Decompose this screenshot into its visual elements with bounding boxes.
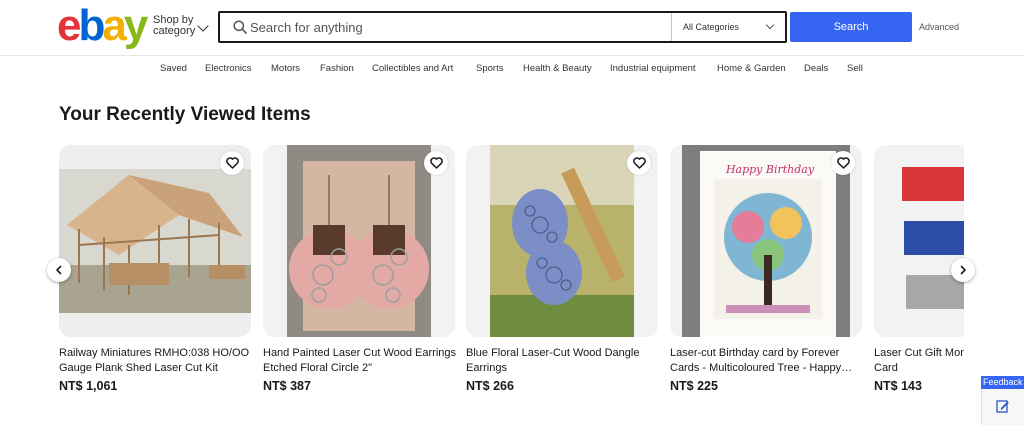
heart-icon xyxy=(836,157,850,169)
logo-letter-a: a xyxy=(102,1,127,50)
product-image[interactable]: Happy Birthday xyxy=(670,145,862,337)
product-image[interactable] xyxy=(59,145,251,337)
product-price: NT$ 266 xyxy=(466,379,514,393)
watchlist-heart-button[interactable] xyxy=(424,151,448,175)
nav-item-sports[interactable]: Sports xyxy=(476,63,503,74)
nav-item-electronics[interactable]: Electronics xyxy=(205,63,251,74)
logo-letter-b: b xyxy=(78,1,105,50)
nav-item-home-garden[interactable]: Home & Garden xyxy=(717,63,786,74)
nav-item-fashion[interactable]: Fashion xyxy=(320,63,354,74)
logo-letter-y: y xyxy=(123,1,149,50)
search-icon xyxy=(233,20,247,34)
feedback-label[interactable]: Feedback xyxy=(981,376,1024,389)
category-select[interactable]: All Categories xyxy=(671,13,787,41)
search-button[interactable]: Search xyxy=(790,12,912,42)
heart-icon xyxy=(225,157,239,169)
product-card[interactable]: Railway Miniatures RMHO:038 HO/OO Gauge … xyxy=(59,145,251,405)
carousel-next-button[interactable] xyxy=(951,258,975,282)
product-image[interactable] xyxy=(263,145,455,337)
feedback-box[interactable] xyxy=(981,389,1024,425)
nav-item-sell[interactable]: Sell xyxy=(847,63,863,74)
product-title[interactable]: Laser-cut Birthday card by Forever Cards… xyxy=(670,346,868,376)
product-card[interactable]: Blue Floral Laser-Cut Wood Dangle Earrin… xyxy=(466,145,658,405)
nav-item-saved[interactable]: Saved xyxy=(160,63,187,74)
product-card[interactable]: Laser Cut Gift Money Tokens Wallet Card … xyxy=(874,145,964,405)
section-title: Your Recently Viewed Items xyxy=(59,104,311,125)
product-price: NT$ 225 xyxy=(670,379,718,393)
watchlist-heart-button[interactable] xyxy=(831,151,855,175)
search-bar: All Categories xyxy=(218,11,787,43)
search-input[interactable] xyxy=(250,17,670,37)
product-price: NT$ 1,061 xyxy=(59,379,118,393)
category-nav: Saved Electronics Motors Fashion Collect… xyxy=(0,63,1024,77)
advanced-search-link[interactable]: Advanced xyxy=(919,22,959,32)
heart-icon xyxy=(632,157,646,169)
ebay-logo[interactable]: e b a y xyxy=(57,1,149,50)
product-card[interactable]: Hand Painted Laser Cut Wood Earrings Etc… xyxy=(263,145,456,405)
nav-item-motors[interactable]: Motors xyxy=(271,63,300,74)
nav-item-collectibles[interactable]: Collectibles and Art xyxy=(372,63,453,74)
chevron-right-icon xyxy=(960,265,966,275)
heart-icon xyxy=(429,157,443,169)
nav-item-deals[interactable]: Deals xyxy=(804,63,828,74)
watchlist-heart-button[interactable] xyxy=(627,151,651,175)
edit-note-icon xyxy=(996,400,1009,413)
category-select-value: All Categories xyxy=(683,22,740,32)
product-image[interactable] xyxy=(874,145,964,337)
product-title[interactable]: Railway Miniatures RMHO:038 HO/OO Gauge … xyxy=(59,346,257,376)
chevron-left-icon xyxy=(56,265,62,275)
shop-by-category-button[interactable]: Shop by category xyxy=(153,15,209,37)
header: e b a y Shop by category All Categories … xyxy=(0,0,1024,56)
product-image[interactable] xyxy=(466,145,658,337)
product-card[interactable]: Happy Birthday Laser-cut Birthday card b… xyxy=(670,145,862,405)
watchlist-heart-button[interactable] xyxy=(220,151,244,175)
nav-item-health-beauty[interactable]: Health & Beauty xyxy=(523,63,592,74)
carousel-prev-button[interactable] xyxy=(47,258,71,282)
chevron-down-icon xyxy=(197,20,209,32)
product-price: NT$ 387 xyxy=(263,379,311,393)
chevron-down-icon xyxy=(765,20,775,30)
product-price: NT$ 143 xyxy=(874,379,922,393)
category-label: category xyxy=(153,25,196,37)
feedback-widget[interactable]: Feedback xyxy=(981,376,1024,425)
product-title[interactable]: Laser Cut Gift Money Tokens Wallet Card xyxy=(874,346,964,376)
recently-viewed-carousel: Railway Miniatures RMHO:038 HO/OO Gauge … xyxy=(59,145,964,405)
nav-item-industrial[interactable]: Industrial equipment xyxy=(610,63,696,74)
product-title[interactable]: Blue Floral Laser-Cut Wood Dangle Earrin… xyxy=(466,346,664,376)
card-greeting-text: Happy Birthday xyxy=(725,163,815,176)
logo-letter-e: e xyxy=(57,1,82,50)
product-title[interactable]: Hand Painted Laser Cut Wood Earrings Etc… xyxy=(263,346,461,376)
